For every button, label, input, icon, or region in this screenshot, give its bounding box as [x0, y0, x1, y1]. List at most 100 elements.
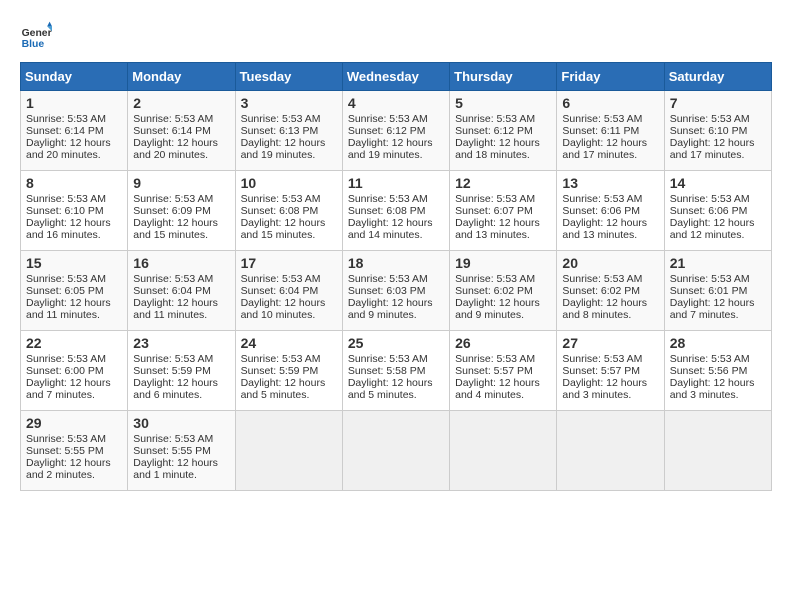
sunrise-label: Sunrise: 5:53 AM — [455, 193, 535, 205]
daylight-label: Daylight: 12 hours and 5 minutes. — [241, 377, 326, 401]
day-number: 18 — [348, 255, 444, 271]
daylight-label: Daylight: 12 hours and 19 minutes. — [348, 137, 433, 161]
sunrise-label: Sunrise: 5:53 AM — [562, 113, 642, 125]
daylight-label: Daylight: 12 hours and 14 minutes. — [348, 217, 433, 241]
sunrise-label: Sunrise: 5:53 AM — [670, 353, 750, 365]
calendar-cell: 14 Sunrise: 5:53 AM Sunset: 6:06 PM Dayl… — [664, 171, 771, 251]
day-number: 1 — [26, 95, 122, 111]
calendar-cell: 20 Sunrise: 5:53 AM Sunset: 6:02 PM Dayl… — [557, 251, 664, 331]
calendar-cell — [450, 411, 557, 491]
sunset-label: Sunset: 5:59 PM — [133, 365, 211, 377]
day-number: 22 — [26, 335, 122, 351]
col-header-thursday: Thursday — [450, 63, 557, 91]
sunrise-label: Sunrise: 5:53 AM — [26, 353, 106, 365]
sunrise-label: Sunrise: 5:53 AM — [26, 273, 106, 285]
calendar-cell: 19 Sunrise: 5:53 AM Sunset: 6:02 PM Dayl… — [450, 251, 557, 331]
col-header-monday: Monday — [128, 63, 235, 91]
sunrise-label: Sunrise: 5:53 AM — [26, 113, 106, 125]
sunset-label: Sunset: 5:56 PM — [670, 365, 748, 377]
sunrise-label: Sunrise: 5:53 AM — [348, 273, 428, 285]
sunrise-label: Sunrise: 5:53 AM — [455, 273, 535, 285]
sunset-label: Sunset: 6:04 PM — [133, 285, 211, 297]
day-number: 24 — [241, 335, 337, 351]
daylight-label: Daylight: 12 hours and 3 minutes. — [670, 377, 755, 401]
sunrise-label: Sunrise: 5:53 AM — [241, 113, 321, 125]
sunset-label: Sunset: 6:06 PM — [562, 205, 640, 217]
svg-text:General: General — [22, 28, 52, 39]
calendar-cell: 21 Sunrise: 5:53 AM Sunset: 6:01 PM Dayl… — [664, 251, 771, 331]
day-number: 30 — [133, 415, 229, 431]
calendar-cell: 28 Sunrise: 5:53 AM Sunset: 5:56 PM Dayl… — [664, 331, 771, 411]
calendar-cell: 7 Sunrise: 5:53 AM Sunset: 6:10 PM Dayli… — [664, 91, 771, 171]
day-number: 6 — [562, 95, 658, 111]
sunset-label: Sunset: 5:59 PM — [241, 365, 319, 377]
sunrise-label: Sunrise: 5:53 AM — [133, 433, 213, 445]
day-number: 8 — [26, 175, 122, 191]
sunset-label: Sunset: 6:09 PM — [133, 205, 211, 217]
daylight-label: Daylight: 12 hours and 18 minutes. — [455, 137, 540, 161]
logo: General Blue — [20, 20, 52, 52]
calendar-cell: 5 Sunrise: 5:53 AM Sunset: 6:12 PM Dayli… — [450, 91, 557, 171]
sunset-label: Sunset: 6:02 PM — [562, 285, 640, 297]
sunset-label: Sunset: 5:57 PM — [455, 365, 533, 377]
day-number: 13 — [562, 175, 658, 191]
day-number: 15 — [26, 255, 122, 271]
day-number: 10 — [241, 175, 337, 191]
daylight-label: Daylight: 12 hours and 13 minutes. — [562, 217, 647, 241]
day-number: 12 — [455, 175, 551, 191]
col-header-saturday: Saturday — [664, 63, 771, 91]
day-number: 17 — [241, 255, 337, 271]
daylight-label: Daylight: 12 hours and 9 minutes. — [455, 297, 540, 321]
daylight-label: Daylight: 12 hours and 13 minutes. — [455, 217, 540, 241]
day-number: 26 — [455, 335, 551, 351]
sunrise-label: Sunrise: 5:53 AM — [241, 193, 321, 205]
daylight-label: Daylight: 12 hours and 11 minutes. — [133, 297, 218, 321]
calendar-cell: 18 Sunrise: 5:53 AM Sunset: 6:03 PM Dayl… — [342, 251, 449, 331]
daylight-label: Daylight: 12 hours and 8 minutes. — [562, 297, 647, 321]
calendar-cell — [235, 411, 342, 491]
calendar-week-2: 8 Sunrise: 5:53 AM Sunset: 6:10 PM Dayli… — [21, 171, 772, 251]
daylight-label: Daylight: 12 hours and 6 minutes. — [133, 377, 218, 401]
calendar-cell: 26 Sunrise: 5:53 AM Sunset: 5:57 PM Dayl… — [450, 331, 557, 411]
sunrise-label: Sunrise: 5:53 AM — [26, 193, 106, 205]
sunrise-label: Sunrise: 5:53 AM — [26, 433, 106, 445]
sunrise-label: Sunrise: 5:53 AM — [562, 193, 642, 205]
col-header-friday: Friday — [557, 63, 664, 91]
calendar-cell: 13 Sunrise: 5:53 AM Sunset: 6:06 PM Dayl… — [557, 171, 664, 251]
svg-text:Blue: Blue — [22, 39, 45, 50]
sunset-label: Sunset: 6:10 PM — [26, 205, 104, 217]
sunset-label: Sunset: 6:12 PM — [348, 125, 426, 137]
calendar-cell: 10 Sunrise: 5:53 AM Sunset: 6:08 PM Dayl… — [235, 171, 342, 251]
calendar-week-4: 22 Sunrise: 5:53 AM Sunset: 6:00 PM Dayl… — [21, 331, 772, 411]
day-number: 27 — [562, 335, 658, 351]
daylight-label: Daylight: 12 hours and 11 minutes. — [26, 297, 111, 321]
sunset-label: Sunset: 6:08 PM — [241, 205, 319, 217]
sunset-label: Sunset: 6:14 PM — [26, 125, 104, 137]
calendar-week-1: 1 Sunrise: 5:53 AM Sunset: 6:14 PM Dayli… — [21, 91, 772, 171]
day-number: 5 — [455, 95, 551, 111]
sunset-label: Sunset: 5:55 PM — [133, 445, 211, 457]
calendar-cell: 4 Sunrise: 5:53 AM Sunset: 6:12 PM Dayli… — [342, 91, 449, 171]
day-number: 14 — [670, 175, 766, 191]
daylight-label: Daylight: 12 hours and 19 minutes. — [241, 137, 326, 161]
col-header-tuesday: Tuesday — [235, 63, 342, 91]
sunrise-label: Sunrise: 5:53 AM — [241, 273, 321, 285]
sunrise-label: Sunrise: 5:53 AM — [133, 193, 213, 205]
sunset-label: Sunset: 6:14 PM — [133, 125, 211, 137]
sunset-label: Sunset: 6:13 PM — [241, 125, 319, 137]
sunrise-label: Sunrise: 5:53 AM — [670, 273, 750, 285]
calendar-cell: 15 Sunrise: 5:53 AM Sunset: 6:05 PM Dayl… — [21, 251, 128, 331]
sunset-label: Sunset: 6:05 PM — [26, 285, 104, 297]
calendar-cell: 22 Sunrise: 5:53 AM Sunset: 6:00 PM Dayl… — [21, 331, 128, 411]
sunset-label: Sunset: 5:57 PM — [562, 365, 640, 377]
sunrise-label: Sunrise: 5:53 AM — [133, 353, 213, 365]
sunset-label: Sunset: 5:58 PM — [348, 365, 426, 377]
day-number: 21 — [670, 255, 766, 271]
sunrise-label: Sunrise: 5:53 AM — [455, 113, 535, 125]
day-number: 19 — [455, 255, 551, 271]
sunrise-label: Sunrise: 5:53 AM — [241, 353, 321, 365]
day-number: 25 — [348, 335, 444, 351]
sunrise-label: Sunrise: 5:53 AM — [670, 113, 750, 125]
calendar-cell: 3 Sunrise: 5:53 AM Sunset: 6:13 PM Dayli… — [235, 91, 342, 171]
sunset-label: Sunset: 6:10 PM — [670, 125, 748, 137]
